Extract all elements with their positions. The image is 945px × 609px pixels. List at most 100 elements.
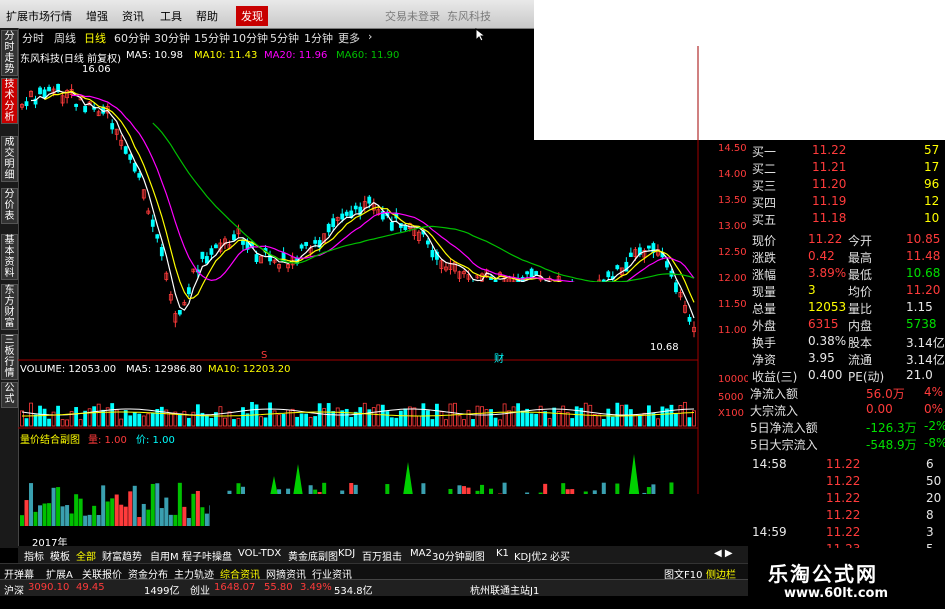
- bid-price: 11.18: [812, 211, 847, 225]
- menu-item-discover[interactable]: 发现: [236, 6, 268, 26]
- volume-bar: [610, 416, 615, 427]
- period-tab-60min[interactable]: 60分钟: [114, 30, 150, 46]
- btab-30min[interactable]: 30分钟副图: [432, 548, 485, 563]
- vtab-eastmoney[interactable]: 东方财富: [1, 284, 18, 330]
- stat-value: 3: [808, 283, 816, 297]
- status-index-name[interactable]: 沪深: [4, 582, 24, 597]
- menu-item-news[interactable]: 资讯: [122, 8, 144, 24]
- tab-scroll-arrows-icon[interactable]: ◀ ▶: [714, 548, 733, 559]
- ma20-legend: MA20: 11.96: [264, 50, 328, 61]
- btab-vol-tdx[interactable]: VOL-TDX: [238, 548, 281, 559]
- indicator-bar: [105, 501, 110, 526]
- period-tab-timeshare[interactable]: 分时: [22, 30, 44, 46]
- volume-bar: [96, 403, 101, 427]
- menu-item-tools[interactable]: 工具: [160, 8, 182, 24]
- btab-must-buy[interactable]: 必买: [550, 548, 570, 563]
- stat-value: 11.48: [906, 249, 941, 263]
- volume-bar: [182, 410, 187, 427]
- candle-body: [628, 252, 633, 258]
- indicator-bar: [56, 487, 61, 526]
- btab-k1[interactable]: K1: [496, 548, 509, 559]
- volume-bar: [502, 403, 507, 427]
- indicator-bar: [69, 513, 74, 526]
- price-tick: 13.50: [718, 195, 747, 206]
- kline-chart-area[interactable]: 东风科技(日线 前复权) MA5: 10.98 MA10: 11.43 MA20…: [18, 46, 750, 549]
- period-tab-1min[interactable]: 1分钟: [304, 30, 333, 46]
- btab-ma2[interactable]: MA2: [410, 548, 432, 559]
- period-tab-15min[interactable]: 15分钟: [194, 30, 230, 46]
- vtab-timeshare[interactable]: 分时走势: [1, 30, 18, 76]
- indicator-bar: [38, 505, 43, 526]
- period-tab-5min[interactable]: 5分钟: [270, 30, 299, 46]
- volume-bar: [123, 410, 128, 427]
- stat-value: 0.38%: [808, 334, 847, 348]
- tick-row: 14:59 11.22 3: [748, 524, 945, 541]
- btab-wealth-trend[interactable]: 财富趋势: [102, 548, 142, 563]
- price-tick: 12.50: [718, 247, 747, 258]
- price-tick: 11.50: [718, 299, 747, 310]
- indicator-bar: [78, 498, 83, 526]
- period-tab-10min[interactable]: 10分钟: [232, 30, 268, 46]
- volume-bar: [489, 409, 493, 427]
- menu-item-ext-market[interactable]: 扩展市场行情: [6, 8, 72, 24]
- candle-body: [214, 244, 218, 249]
- volume-bar: [344, 408, 349, 427]
- status-server[interactable]: 杭州联通主站J1: [470, 582, 539, 597]
- vtab-fundamentals[interactable]: 基本资料: [1, 234, 18, 280]
- volume-bar: [317, 403, 322, 427]
- candle-body: [367, 196, 372, 204]
- period-tab-week[interactable]: 周线: [54, 30, 76, 46]
- menu-item-enhance[interactable]: 增强: [86, 8, 108, 24]
- bid-row[interactable]: 买二 11.21 17: [748, 159, 945, 176]
- btab-indicator[interactable]: 指标: [24, 548, 44, 563]
- btab-trader[interactable]: 程子咔操盘: [182, 548, 232, 563]
- volume-bar: [186, 417, 191, 427]
- period-tab-30min[interactable]: 30分钟: [154, 30, 190, 46]
- stat-value: 12053: [808, 300, 847, 314]
- trade-login-status[interactable]: 交易未登录: [385, 8, 440, 24]
- volume-bar: [547, 418, 552, 427]
- btab-custom[interactable]: 自用M: [150, 548, 179, 563]
- bid-row[interactable]: 买三 11.20 96: [748, 176, 945, 193]
- tick-row: 14:58 11.22 6: [748, 456, 945, 473]
- bid-row[interactable]: 买一 11.22 57: [748, 142, 945, 159]
- vtab-technical[interactable]: 技术分析: [1, 78, 18, 124]
- stat-label: 现价: [752, 234, 777, 248]
- ma5-legend: MA5: 10.98: [126, 50, 184, 61]
- volume-bar: [191, 411, 196, 427]
- stat-value: 1.15: [906, 300, 933, 314]
- status-cy-name[interactable]: 创业: [190, 582, 210, 597]
- indicator-bar: [87, 514, 92, 526]
- btab-gold-bottom[interactable]: 黄金底副图: [288, 548, 338, 563]
- event-marker-finance[interactable]: 财: [494, 350, 504, 365]
- btab-template[interactable]: 模板: [50, 548, 70, 563]
- vtab-details[interactable]: 成交明细: [1, 136, 18, 182]
- period-tab-day[interactable]: 日线: [84, 30, 106, 46]
- vtab-third-board[interactable]: 三板行情: [1, 334, 18, 380]
- period-tab-more[interactable]: 更多: [338, 30, 360, 46]
- menu-item-help[interactable]: 帮助: [196, 8, 218, 24]
- chevron-right-icon[interactable]: ›: [368, 30, 372, 43]
- volume-bar: [480, 406, 484, 427]
- stat-label: 涨跌: [752, 251, 777, 265]
- vtab-price-table[interactable]: 分价表: [1, 188, 18, 224]
- stat-value: 0.42: [808, 249, 835, 263]
- btab-all[interactable]: 全部: [76, 548, 96, 563]
- vtab-formula[interactable]: 公式: [1, 382, 18, 408]
- volume-bar: [656, 418, 660, 427]
- indicator-bar: [74, 494, 79, 526]
- event-marker-s[interactable]: S: [261, 350, 267, 361]
- flow-pct: 4%: [924, 385, 944, 399]
- stock-name-menu[interactable]: 东风科技: [447, 8, 491, 24]
- volume-bar: [349, 416, 354, 427]
- btab-kdj2[interactable]: KDJ优2: [514, 548, 548, 563]
- candle-body: [254, 254, 259, 263]
- volume-ma10-legend: MA10: 12203.20: [208, 364, 291, 375]
- btab-million-sniper[interactable]: 百万狙击: [362, 548, 402, 563]
- bid-row[interactable]: 买五 11.18 10: [748, 210, 945, 227]
- ma60-line: [152, 122, 695, 283]
- bid-row[interactable]: 买四 11.19 12: [748, 193, 945, 210]
- btab-kdj[interactable]: KDJ: [338, 548, 355, 559]
- indicator-bar: [177, 482, 182, 526]
- price-tick: 14.00: [718, 169, 747, 180]
